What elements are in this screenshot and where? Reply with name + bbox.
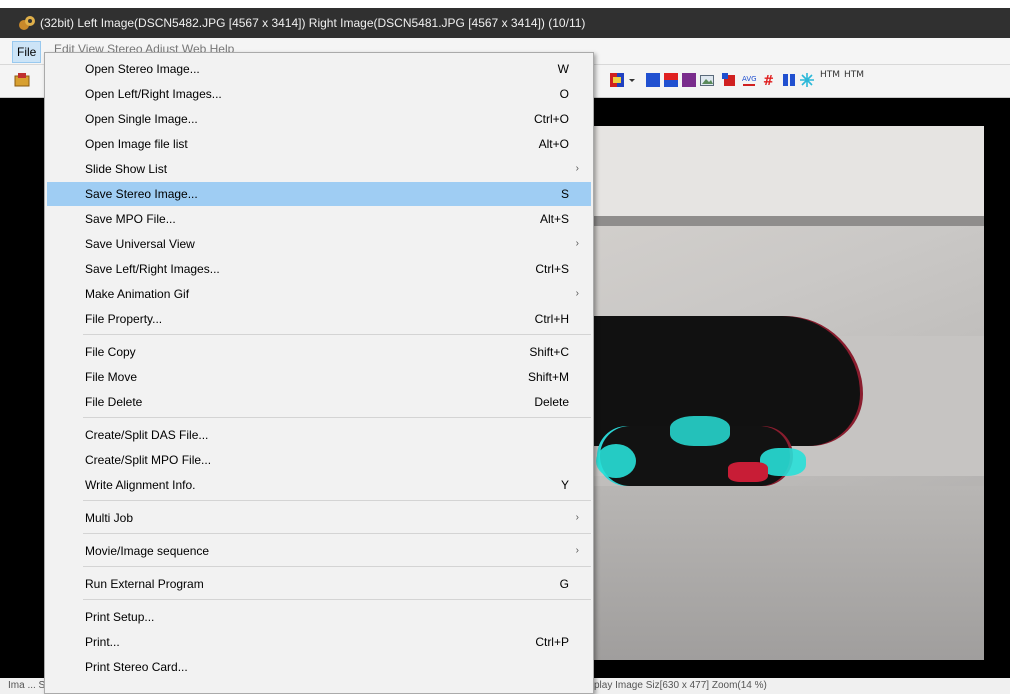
menu-item-label: Run External Program bbox=[85, 577, 204, 591]
file-menu-dropdown: Open Stereo Image... W Open Left/Right I… bbox=[44, 52, 594, 694]
menu-item-label: File Move bbox=[85, 370, 138, 384]
menu-item-run-external-program[interactable]: Run External Program G bbox=[47, 572, 591, 596]
menu-separator bbox=[83, 566, 591, 567]
menu-item-open-left-right-images[interactable]: Open Left/Right Images... O bbox=[47, 82, 591, 106]
submenu-arrow-icon: › bbox=[575, 288, 579, 299]
menu-item-label: Save MPO File... bbox=[85, 212, 176, 226]
menu-separator bbox=[83, 417, 591, 418]
menu-item-label: File Property... bbox=[85, 312, 163, 326]
split-blue-icon[interactable] bbox=[782, 73, 796, 87]
menu-item-shortcut: Ctrl+O bbox=[533, 112, 569, 126]
menu-item-multi-job[interactable]: Multi Job › bbox=[47, 506, 591, 530]
menu-item-label: Open Stereo Image... bbox=[85, 62, 200, 76]
menu-item-shortcut: Shift+C bbox=[529, 345, 569, 359]
blue-color-icon[interactable] bbox=[646, 73, 660, 87]
red-blue-icon[interactable] bbox=[664, 73, 678, 87]
menu-item-open-image-file-list[interactable]: Open Image file list Alt+O bbox=[47, 132, 591, 156]
menu-item-shortcut: Alt+O bbox=[538, 137, 569, 151]
menu-item-label: Create/Split DAS File... bbox=[85, 428, 209, 442]
stereo-mode-icon[interactable] bbox=[610, 73, 624, 87]
html-export-icon[interactable]: HTM bbox=[820, 71, 840, 80]
svg-text:AVG: AVG bbox=[742, 75, 756, 83]
menu-item-label: Movie/Image sequence bbox=[85, 544, 210, 558]
grid-hash-icon[interactable]: # bbox=[762, 73, 776, 89]
menu-item-label: Multi Job bbox=[85, 511, 134, 525]
menu-item-save-mpo-file[interactable]: Save MPO File... Alt+S bbox=[47, 207, 591, 231]
menu-item-shortcut: G bbox=[559, 577, 569, 591]
menu-item-shortcut: W bbox=[557, 62, 569, 76]
menu-item-shortcut: Ctrl+S bbox=[535, 262, 569, 276]
menu-separator bbox=[83, 334, 591, 335]
menu-item-label: Print... bbox=[85, 635, 120, 649]
menu-item-file-delete[interactable]: File Delete Delete bbox=[47, 390, 591, 414]
purple-color-icon[interactable] bbox=[682, 73, 696, 87]
menu-item-label: Open Single Image... bbox=[85, 112, 198, 126]
menu-file[interactable]: File bbox=[12, 41, 42, 63]
menu-item-create-split-mpo-file[interactable]: Create/Split MPO File... bbox=[47, 448, 591, 472]
menu-item-label: Save Left/Right Images... bbox=[85, 262, 220, 276]
svg-text:#: # bbox=[763, 74, 774, 87]
status-zoom-text: play Image Siz[630 x 477] Zoom(14 %) bbox=[594, 680, 767, 691]
app-icon bbox=[18, 14, 36, 32]
anaglyph-photo bbox=[560, 126, 984, 660]
menu-item-make-animation-gif[interactable]: Make Animation Gif › bbox=[47, 282, 591, 306]
menu-item-label: Create/Split MPO File... bbox=[85, 453, 212, 467]
menu-separator bbox=[83, 500, 591, 501]
menu-item-label: Open Left/Right Images... bbox=[85, 87, 222, 101]
window-title: (32bit) Left Image(DSCN5482.JPG [4567 x … bbox=[40, 16, 586, 30]
menu-item-file-property[interactable]: File Property... Ctrl+H bbox=[47, 307, 591, 331]
submenu-arrow-icon: › bbox=[575, 512, 579, 523]
image-view-icon[interactable] bbox=[700, 73, 714, 87]
menu-item-print-setup[interactable]: Print Setup... bbox=[47, 605, 591, 629]
menu-item-label: Slide Show List bbox=[85, 162, 168, 176]
menu-separator bbox=[83, 533, 591, 534]
menu-item-print-stereo-card[interactable]: Print Stereo Card... bbox=[47, 655, 591, 679]
menu-item-shortcut: S bbox=[560, 187, 569, 201]
menu-item-file-copy[interactable]: File Copy Shift+C bbox=[47, 340, 591, 364]
snowflake-icon[interactable] bbox=[800, 73, 814, 87]
menu-item-label: Save Stereo Image... bbox=[85, 187, 198, 201]
menu-item-label: File Copy bbox=[85, 345, 136, 359]
dropdown-arrow-icon[interactable] bbox=[628, 73, 636, 87]
title-bar: (32bit) Left Image(DSCN5482.JPG [4567 x … bbox=[0, 8, 1010, 38]
menu-item-open-stereo-image[interactable]: Open Stereo Image... W bbox=[47, 57, 591, 81]
red-cube-icon[interactable] bbox=[722, 73, 736, 87]
menu-item-shortcut: Shift+M bbox=[527, 370, 569, 384]
submenu-arrow-icon: › bbox=[575, 545, 579, 556]
menu-item-label: Write Alignment Info. bbox=[85, 478, 196, 492]
menu-item-label: Save Universal View bbox=[85, 237, 195, 251]
menu-item-label: Open Image file list bbox=[85, 137, 188, 151]
submenu-arrow-icon: › bbox=[575, 163, 579, 174]
avg-icon[interactable]: AVG bbox=[742, 73, 757, 87]
menu-item-save-stereo-image[interactable]: Save Stereo Image... S bbox=[47, 182, 591, 206]
menu-item-label: Print Stereo Card... bbox=[85, 660, 188, 674]
html-export-alt-icon[interactable]: HTM bbox=[844, 71, 864, 80]
menu-item-movie-image-sequence[interactable]: Movie/Image sequence › bbox=[47, 539, 591, 563]
menu-separator bbox=[83, 599, 591, 600]
menu-item-shortcut: Alt+S bbox=[539, 212, 569, 226]
menu-item-shortcut: O bbox=[559, 87, 569, 101]
menu-item-write-alignment-info[interactable]: Write Alignment Info. Y bbox=[47, 473, 591, 497]
menu-item-shortcut: Ctrl+P bbox=[535, 635, 569, 649]
menu-item-shortcut: Ctrl+H bbox=[534, 312, 569, 326]
menu-item-open-single-image[interactable]: Open Single Image... Ctrl+O bbox=[47, 107, 591, 131]
open-folder-icon[interactable] bbox=[14, 72, 32, 88]
menu-item-label: Make Animation Gif bbox=[85, 287, 190, 301]
menu-item-save-left-right-images[interactable]: Save Left/Right Images... Ctrl+S bbox=[47, 257, 591, 281]
submenu-arrow-icon: › bbox=[575, 238, 579, 249]
menu-item-create-split-das-file[interactable]: Create/Split DAS File... bbox=[47, 423, 591, 447]
menu-item-label: File Delete bbox=[85, 395, 143, 409]
menu-item-shortcut: Delete bbox=[534, 395, 569, 409]
menu-item-file-move[interactable]: File Move Shift+M bbox=[47, 365, 591, 389]
menu-item-slide-show-list[interactable]: Slide Show List › bbox=[47, 157, 591, 181]
menu-item-save-universal-view[interactable]: Save Universal View › bbox=[47, 232, 591, 256]
menu-item-shortcut: Y bbox=[560, 478, 569, 492]
menu-item-label: Print Setup... bbox=[85, 610, 155, 624]
menu-item-print[interactable]: Print... Ctrl+P bbox=[47, 630, 591, 654]
